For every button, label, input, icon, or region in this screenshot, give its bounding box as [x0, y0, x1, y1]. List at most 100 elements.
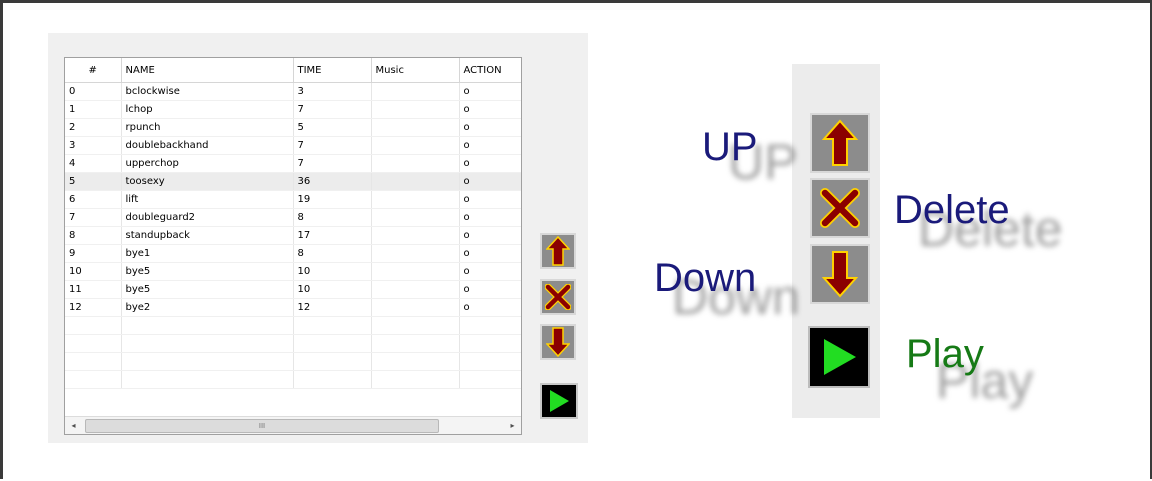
cell-action: o [459, 208, 521, 227]
legend-down-label: Down [654, 256, 757, 300]
cell-music [371, 280, 460, 299]
cell-music [371, 82, 460, 101]
cell-number: 5 [65, 172, 122, 191]
empty-cell [371, 352, 460, 371]
cell-music [371, 172, 460, 191]
cell-action: o [459, 172, 521, 191]
table-row[interactable]: 1 lchop 7 o [65, 100, 521, 119]
horizontal-scrollbar[interactable]: ◂ III ▸ [65, 416, 521, 434]
empty-table-row [65, 334, 521, 353]
table-row[interactable]: 4 upperchop 7 o [65, 154, 521, 173]
cell-time: 17 [293, 226, 372, 245]
cell-music [371, 118, 460, 137]
sequence-grid[interactable]: # NAME TIME Music ACTION 0 bclockwise 3 o 1 l… [64, 57, 522, 435]
column-header-number[interactable]: # [65, 58, 122, 83]
cell-action: o [459, 298, 521, 317]
cell-action: o [459, 154, 521, 173]
cell-action: o [459, 244, 521, 263]
legend-down-button [810, 244, 870, 304]
play-icon [550, 390, 569, 412]
table-row[interactable]: 11 bye5 10 o [65, 280, 521, 299]
cell-music [371, 208, 460, 227]
cell-time: 10 [293, 262, 372, 281]
empty-cell [371, 316, 460, 335]
empty-cell [371, 370, 460, 389]
table-row[interactable]: 3 doublebackhand 7 o [65, 136, 521, 155]
cell-number: 3 [65, 136, 122, 155]
table-row[interactable]: 12 bye2 12 o [65, 298, 521, 317]
cell-number: 11 [65, 280, 122, 299]
cell-action: o [459, 82, 521, 101]
empty-cell [293, 370, 372, 389]
column-header-action[interactable]: ACTION [459, 58, 521, 83]
cell-number: 4 [65, 154, 122, 173]
cell-music [371, 136, 460, 155]
move-up-button[interactable] [540, 233, 576, 269]
cell-music [371, 100, 460, 119]
legend-play-button [808, 326, 870, 388]
cell-time: 12 [293, 298, 372, 317]
play-button[interactable] [540, 383, 578, 419]
table-row[interactable]: 2 rpunch 5 o [65, 118, 521, 137]
cell-action: o [459, 226, 521, 245]
cell-music [371, 262, 460, 281]
cell-music [371, 298, 460, 317]
empty-cell [121, 316, 294, 335]
table-row[interactable]: 7 doubleguard2 8 o [65, 208, 521, 227]
down-arrow-icon [546, 327, 570, 357]
empty-cell [121, 352, 294, 371]
cell-action: o [459, 190, 521, 209]
cell-number: 2 [65, 118, 122, 137]
cell-name: bye1 [121, 244, 294, 263]
down-arrow-icon [822, 251, 858, 298]
cell-music [371, 226, 460, 245]
empty-cell [371, 334, 460, 353]
cell-number: 0 [65, 82, 122, 101]
cell-music [371, 244, 460, 263]
empty-cell [121, 334, 294, 353]
cell-number: 8 [65, 226, 122, 245]
empty-cell [459, 370, 521, 389]
table-row[interactable]: 10 bye5 10 o [65, 262, 521, 281]
table-row[interactable]: 6 lift 19 o [65, 190, 521, 209]
cell-name: standupback [121, 226, 294, 245]
delete-button[interactable] [540, 279, 576, 315]
cell-time: 7 [293, 154, 372, 173]
cell-name: bye2 [121, 298, 294, 317]
legend-delete-button [810, 178, 870, 238]
cell-time: 7 [293, 136, 372, 155]
cell-action: o [459, 118, 521, 137]
table-body: 0 bclockwise 3 o 1 lchop 7 o 2 rpunch 5 o 3 doublebac… [65, 82, 521, 389]
cell-number: 10 [65, 262, 122, 281]
scroll-thumb[interactable]: III [85, 419, 439, 433]
sequence-table: # NAME TIME Music ACTION 0 bclockwise 3 o 1 l… [65, 58, 521, 389]
legend-up-label: UP [702, 125, 758, 169]
table-row[interactable]: 5 toosexy 36 o [65, 172, 521, 191]
empty-table-row [65, 316, 521, 335]
cell-time: 36 [293, 172, 372, 191]
cell-time: 19 [293, 190, 372, 209]
cell-time: 5 [293, 118, 372, 137]
move-down-button[interactable] [540, 324, 576, 360]
legend-up-button [810, 113, 870, 173]
sequence-panel: # NAME TIME Music ACTION 0 bclockwise 3 o 1 l… [48, 33, 588, 443]
scroll-left-icon[interactable]: ◂ [65, 417, 82, 434]
column-header-time[interactable]: TIME [293, 58, 372, 83]
cell-time: 8 [293, 244, 372, 263]
empty-cell [65, 352, 122, 371]
cell-action: o [459, 262, 521, 281]
empty-cell [121, 370, 294, 389]
empty-table-row [65, 352, 521, 371]
cell-time: 10 [293, 280, 372, 299]
column-header-music[interactable]: Music [371, 58, 460, 83]
cell-music [371, 154, 460, 173]
scroll-right-icon[interactable]: ▸ [504, 417, 521, 434]
empty-cell [459, 352, 521, 371]
x-delete-icon [545, 284, 571, 310]
cell-number: 6 [65, 190, 122, 209]
table-row[interactable]: 9 bye1 8 o [65, 244, 521, 263]
up-arrow-icon [822, 119, 858, 166]
table-row[interactable]: 8 standupback 17 o [65, 226, 521, 245]
table-row[interactable]: 0 bclockwise 3 o [65, 82, 521, 101]
column-header-name[interactable]: NAME [121, 58, 294, 83]
